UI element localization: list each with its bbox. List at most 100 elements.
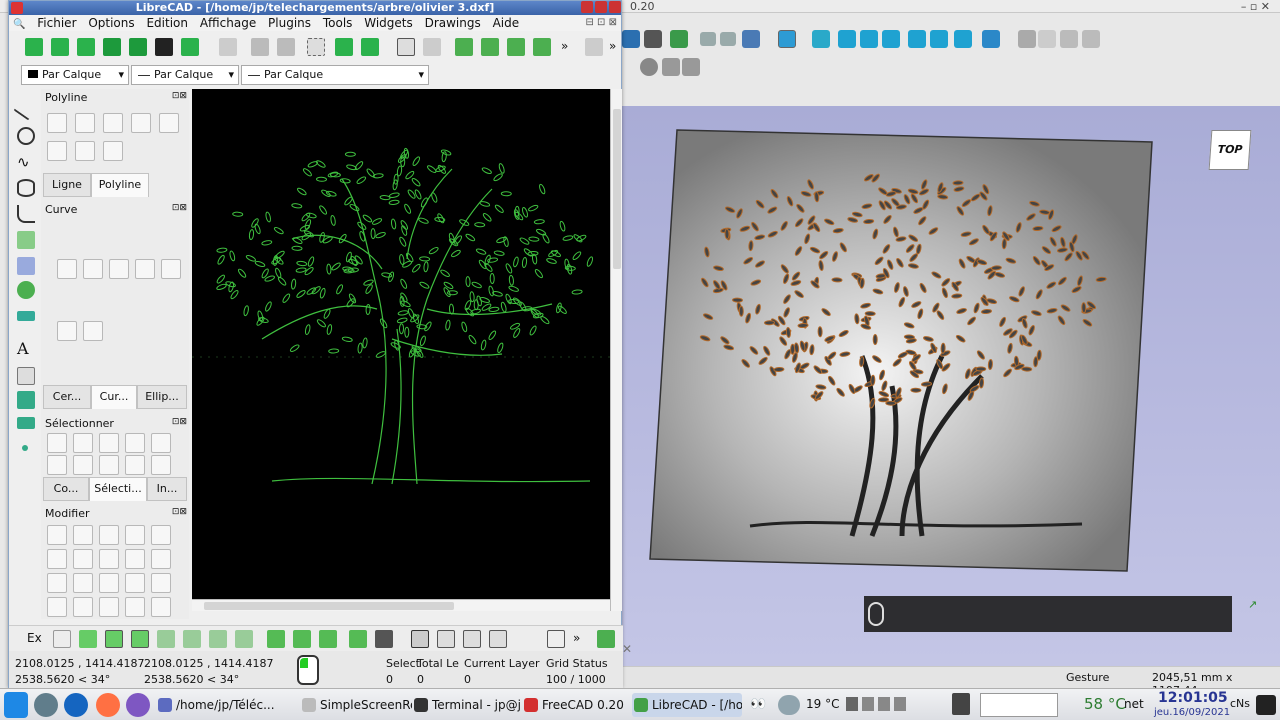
pointer-icon[interactable] [219, 38, 237, 56]
scrollbar-thumb[interactable] [613, 109, 621, 269]
polyline-segment-icon[interactable] [75, 141, 95, 161]
carved-tree-plate[interactable] [622, 106, 1280, 666]
spline-icon[interactable] [135, 259, 155, 279]
layer-tools-icon[interactable] [585, 38, 603, 56]
cut-icon[interactable] [307, 38, 325, 56]
modify-tool-icon[interactable] [17, 281, 35, 299]
dock-close-icon[interactable]: ⊡⊠ [172, 203, 187, 213]
menu-icon[interactable]: 🔍 [9, 17, 29, 33]
zoom-fit-icon[interactable] [778, 30, 796, 48]
view-model-icon[interactable] [411, 630, 429, 648]
save-icon[interactable] [103, 38, 121, 56]
zoom-out-icon[interactable] [507, 38, 525, 56]
task-freecad[interactable]: FreeCAD 0.20 [522, 693, 626, 717]
select-tool-icon[interactable] [17, 231, 35, 249]
explode-icon[interactable] [125, 597, 145, 617]
right-view-icon[interactable] [882, 30, 900, 48]
attributes-icon[interactable] [151, 573, 171, 593]
tab-ellipse[interactable]: Ellip... [137, 385, 187, 409]
freecad-view-icon[interactable] [622, 30, 640, 48]
bottom-view-icon[interactable] [930, 30, 948, 48]
pen-type-select[interactable]: Par Calque ▾ [241, 65, 429, 85]
extrude-icon[interactable] [682, 58, 700, 76]
more-tools-icon[interactable]: » [573, 631, 580, 645]
menu-edition[interactable]: Edition [142, 15, 192, 31]
snap-free-icon[interactable] [53, 630, 71, 648]
print-icon[interactable] [155, 38, 173, 56]
arc-tangent-icon[interactable] [109, 259, 129, 279]
explode-text-icon[interactable] [99, 597, 119, 617]
drawing-canvas[interactable] [192, 89, 610, 611]
freecad-stereo-icon[interactable] [670, 30, 688, 48]
tab-cercle[interactable]: Cer... [43, 385, 91, 409]
volume-icon[interactable] [878, 697, 890, 711]
offset-icon[interactable] [151, 549, 171, 569]
trim2-icon[interactable] [99, 549, 119, 569]
line-tool-icon[interactable] [13, 95, 39, 121]
refine-icon[interactable] [662, 58, 680, 76]
start-menu-icon[interactable] [4, 692, 28, 718]
menu-drawings[interactable]: Drawings [421, 15, 485, 31]
view-layout-icon[interactable] [437, 630, 455, 648]
gear-icon[interactable] [640, 58, 658, 76]
snap-center-icon[interactable] [157, 630, 175, 648]
select-all-icon[interactable] [99, 455, 119, 475]
measure-icon[interactable] [982, 30, 1000, 48]
menu-options[interactable]: Options [84, 15, 138, 31]
deselect-single-icon[interactable] [47, 455, 67, 475]
round-icon[interactable] [73, 573, 93, 593]
freecad-3d-view[interactable]: TOP ↗ [622, 106, 1280, 666]
ellipse-tool-icon[interactable] [17, 179, 35, 197]
rotate-icon[interactable] [151, 525, 171, 545]
forward-arrow-icon[interactable] [720, 32, 736, 46]
snap-entity-icon[interactable] [131, 630, 149, 648]
deselect-all-icon[interactable] [125, 455, 145, 475]
clock-time[interactable]: 12:01:05 [1158, 690, 1228, 706]
freecad-drawstyle-icon[interactable] [644, 30, 662, 48]
restrict-ortho-icon[interactable] [319, 630, 337, 648]
power-icon[interactable] [1256, 695, 1276, 715]
select-contour-icon[interactable] [99, 433, 119, 453]
task-terminal[interactable]: Terminal - jp@jp-... [412, 693, 522, 717]
menu-aide[interactable]: Aide [489, 15, 524, 31]
tab-info[interactable]: In... [147, 477, 187, 501]
point-tool-icon[interactable] [22, 445, 28, 451]
parabola-icon[interactable] [83, 321, 103, 341]
network-icon[interactable] [862, 697, 874, 711]
bluetooth-icon[interactable] [894, 697, 906, 711]
copy-move-icon[interactable] [73, 525, 93, 545]
restrict-vertical-icon[interactable] [293, 630, 311, 648]
rear-view-icon[interactable] [908, 30, 926, 48]
maximize-button[interactable] [595, 1, 607, 13]
save-as-icon[interactable] [129, 38, 147, 56]
clipboard-icon[interactable] [952, 693, 970, 715]
snap-distance-icon[interactable] [209, 630, 227, 648]
snap-endpoint-icon[interactable] [105, 630, 123, 648]
part-icon[interactable] [1018, 30, 1036, 48]
freehand-icon[interactable] [57, 321, 77, 341]
redraw-icon[interactable] [455, 38, 473, 56]
snap-intersection-icon[interactable] [235, 630, 253, 648]
menu-widgets[interactable]: Widgets [360, 15, 417, 31]
block-tool-icon[interactable] [17, 417, 35, 429]
settings-gear-icon[interactable] [597, 630, 615, 648]
cut-entity-icon[interactable] [99, 573, 119, 593]
vertical-scrollbar[interactable] [610, 89, 622, 611]
task-librecad[interactable]: LibreCAD - [/ho... [632, 693, 742, 717]
relative-zero-icon[interactable] [349, 630, 367, 648]
mdi-controls[interactable]: ⊟ ⊡ ⊠ [586, 17, 618, 28]
dock-close-icon[interactable]: ⊡⊠ [172, 91, 187, 101]
tray-app-icon[interactable] [846, 697, 858, 711]
spline-points-icon[interactable] [161, 259, 181, 279]
arc-center-icon[interactable] [83, 259, 103, 279]
link-actions-icon[interactable] [1082, 30, 1100, 48]
open-file-icon[interactable] [77, 38, 95, 56]
select-single-icon[interactable] [47, 433, 67, 453]
polyline-tool-icon[interactable] [17, 205, 35, 223]
eraser-icon[interactable] [73, 597, 93, 617]
front-view-icon[interactable] [838, 30, 856, 48]
layer-list-icon[interactable] [547, 630, 565, 648]
firefox-icon[interactable] [96, 693, 120, 717]
copy-icon[interactable] [335, 38, 353, 56]
more-tools-icon-2[interactable]: » [609, 39, 616, 53]
